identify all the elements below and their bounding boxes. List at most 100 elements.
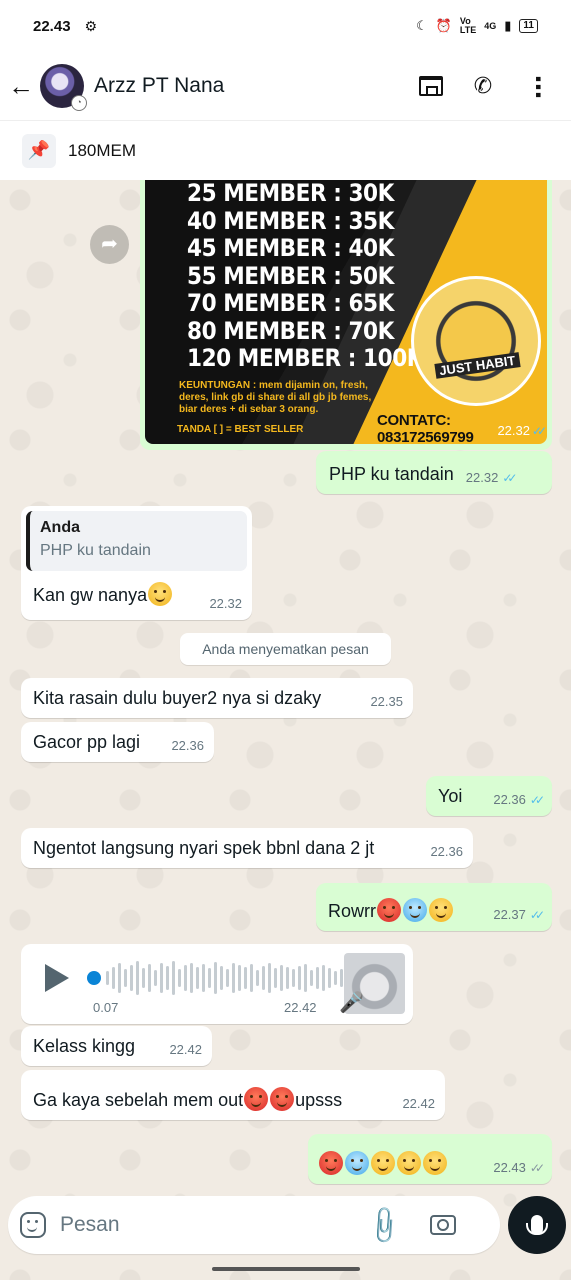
waveform-bar xyxy=(202,964,205,992)
waveform-bar xyxy=(166,966,169,990)
relieved-face-emoji-icon xyxy=(397,1151,421,1175)
waveform-bar xyxy=(280,965,283,991)
message-bubble[interactable]: Yoi 22.36 ✓✓ xyxy=(426,776,552,816)
more-options-icon[interactable]: ⋯ xyxy=(523,75,551,97)
voice-waveform[interactable] xyxy=(87,960,373,996)
waveform-bar xyxy=(196,967,199,989)
waveform-bar xyxy=(250,964,253,992)
waveform-bar xyxy=(172,961,175,995)
camera-icon[interactable] xyxy=(430,1215,457,1235)
poster-logo xyxy=(411,276,541,406)
contact-avatar[interactable]: ◔ xyxy=(40,64,87,111)
battery-icon: 11 xyxy=(519,19,538,33)
message-bubble[interactable]: Ngentot langsung nyari spek bbnl dana 2 … xyxy=(21,828,473,868)
message-text: Rowrr xyxy=(328,901,376,921)
message-text-suffix: upsss xyxy=(295,1090,343,1110)
play-icon[interactable] xyxy=(45,964,69,992)
waveform-bar xyxy=(226,969,229,987)
laughing-emoji-icon xyxy=(148,582,173,606)
waveform-bar xyxy=(304,964,307,992)
reply-body: Kan gw nanya xyxy=(33,582,173,606)
message-time: 22.32 xyxy=(465,470,499,485)
quoted-message[interactable]: Anda PHP ku tandain xyxy=(26,511,247,571)
message-text: PHP ku tandain xyxy=(329,464,454,484)
message-bubble[interactable]: Rowrr 22.37 ✓✓ xyxy=(316,883,552,931)
price-poster-image: 25 MEMBER : 30K 40 MEMBER : 35K 45 MEMBE… xyxy=(145,180,547,444)
delivered-ticks-icon: ✓✓ xyxy=(529,1161,545,1175)
poster-note: KEUNTUNGAN : mem dijamin on, fresh, dere… xyxy=(179,380,372,415)
message-bubble[interactable]: Kita rasain dulu buyer2 nya si dzaky 22.… xyxy=(21,678,413,718)
hot-face-emoji-icon xyxy=(244,1087,269,1111)
waveform-bar xyxy=(298,966,301,990)
waveform-bar xyxy=(106,971,109,985)
message-time: 22.43 xyxy=(493,1160,526,1175)
waveform-bar xyxy=(142,968,145,988)
poster-line: 25 MEMBER : 30K xyxy=(187,180,394,207)
read-ticks-icon: ✓✓ xyxy=(529,908,545,922)
waveform-bar xyxy=(112,967,115,989)
hot-face-emoji-icon xyxy=(319,1151,343,1175)
waveform-bar xyxy=(208,968,211,988)
voice-record-button[interactable] xyxy=(508,1196,566,1254)
waveform-bar xyxy=(322,965,325,991)
waveform-bar xyxy=(190,963,193,993)
waveform-bar xyxy=(274,968,277,988)
attach-icon[interactable]: 📎 xyxy=(362,1203,406,1248)
waveform-bar xyxy=(292,969,295,987)
pinned-message-bar[interactable]: 📌 180MEM xyxy=(0,120,571,180)
add-call-icon[interactable]: ✆ xyxy=(469,73,497,99)
voice-message[interactable]: 0.07 22.42 🎤 xyxy=(21,944,413,1024)
pin-icon-box: 📌 xyxy=(22,133,56,168)
catalog-store-icon[interactable] xyxy=(419,76,443,96)
read-ticks-icon: ✓✓ xyxy=(529,793,545,807)
message-time: 22.42 xyxy=(169,1042,202,1057)
status-ring-icon: ◔ xyxy=(71,95,87,111)
alarm-icon: ⏰ xyxy=(435,18,452,33)
chat-header: ← ◔ Arzz PT Nana ✆ ⋯ xyxy=(0,52,571,120)
poster-line: 120 MEMBER : 100K xyxy=(187,344,424,372)
forward-icon[interactable]: ➦ xyxy=(90,225,129,264)
message-text: Ga kaya sebelah mem out xyxy=(33,1090,244,1110)
network-type: 4G xyxy=(484,20,497,31)
voice-duration: 0.07 xyxy=(93,1000,119,1015)
message-text: Gacor pp lagi xyxy=(33,732,141,752)
poster-line: 45 MEMBER : 40K xyxy=(187,234,394,262)
mic-icon: 🎤 xyxy=(339,992,364,1014)
message-bubble[interactable]: PHP ku tandain 22.32 ✓✓ xyxy=(316,451,552,494)
message-time: 22.42 xyxy=(284,1000,317,1015)
waveform-bar xyxy=(178,969,181,987)
poster-price-list: 25 MEMBER : 30K 40 MEMBER : 35K 45 MEMBE… xyxy=(187,180,449,373)
playback-scrubber[interactable] xyxy=(87,971,101,985)
poster-line: 55 MEMBER : 50K xyxy=(187,261,394,290)
message-bubble[interactable]: 22.43 ✓✓ xyxy=(308,1134,552,1184)
pinned-message-text: 180MEM xyxy=(68,140,137,160)
message-time: 22.37 xyxy=(493,907,526,922)
sticker-icon[interactable] xyxy=(20,1212,46,1238)
message-time: 22.42 xyxy=(402,1096,435,1111)
poster-tanda: TANDA [ ] = BEST SELLER xyxy=(177,424,304,435)
message-text: Yoi xyxy=(438,786,463,806)
waveform-bar xyxy=(118,963,121,993)
image-message[interactable]: 25 MEMBER : 30K 40 MEMBER : 35K 45 MEMBE… xyxy=(140,180,552,450)
gesture-nav-handle[interactable] xyxy=(212,1267,360,1271)
waveform-bar xyxy=(130,965,133,991)
waveform-bar xyxy=(148,964,151,992)
reply-message[interactable]: Anda PHP ku tandain Kan gw nanya 22.32 xyxy=(21,506,252,620)
smiling-hearts-emoji-icon xyxy=(371,1151,395,1175)
volte-icon: Vo LTE xyxy=(459,16,477,35)
message-bubble[interactable]: Ga kaya sebelah mem out upsss 22.42 xyxy=(21,1070,445,1120)
message-bubble[interactable]: Gacor pp lagi 22.36 xyxy=(21,722,214,762)
cold-face-emoji-icon xyxy=(345,1151,369,1175)
system-notice: Anda menyematkan pesan xyxy=(180,633,391,665)
message-input[interactable] xyxy=(60,1213,360,1237)
message-text: Kita rasain dulu buyer2 nya si dzaky xyxy=(33,688,322,708)
mic-icon xyxy=(526,1215,548,1235)
message-bubble[interactable]: Kelass kingg 22.42 xyxy=(21,1026,212,1066)
waveform-bar xyxy=(286,967,289,989)
waveform-bar xyxy=(214,962,217,994)
waveform-bar xyxy=(232,963,235,993)
contact-name[interactable]: Arzz PT Nana xyxy=(94,74,224,98)
message-text: Kan gw nanya xyxy=(33,585,148,605)
waveform-bar xyxy=(328,968,331,988)
back-arrow-icon[interactable]: ← xyxy=(0,71,40,102)
